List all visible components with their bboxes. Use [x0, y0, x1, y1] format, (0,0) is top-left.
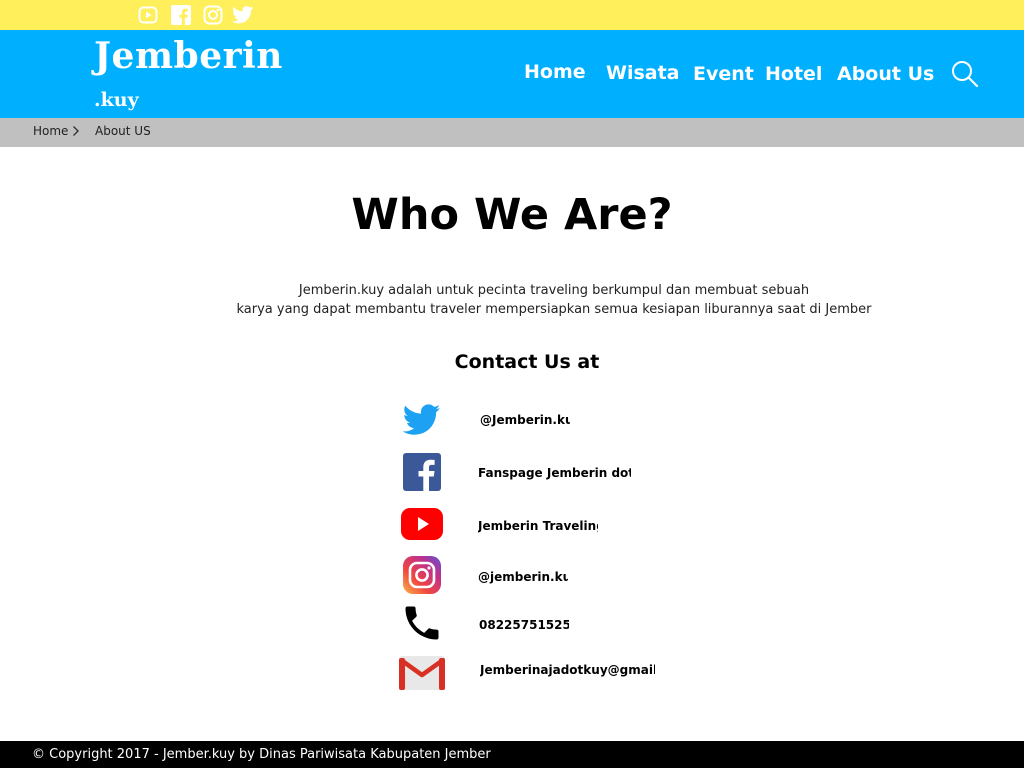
twitter-icon[interactable]: [231, 4, 255, 26]
about-description-line-2: karya yang dapat membantu traveler mempe…: [236, 302, 872, 317]
facebook-icon[interactable]: [402, 452, 442, 492]
gmail-icon[interactable]: [398, 655, 446, 691]
site-logo-suffix: .kuy: [94, 89, 139, 111]
breadcrumb: Home About US: [0, 118, 1024, 147]
chevron-right-icon: [72, 124, 80, 142]
site-logo[interactable]: Jemberin: [94, 34, 283, 78]
instagram-icon[interactable]: [402, 555, 442, 595]
page-title: Who We Are?: [351, 190, 673, 240]
contact-facebook[interactable]: Fanspage Jemberin dot Kuy: [478, 465, 631, 481]
about-description-line-1: Jemberin.kuy adalah untuk pecinta travel…: [298, 283, 810, 298]
contact-youtube[interactable]: Jemberin Traveling: [478, 518, 598, 534]
contact-instagram[interactable]: @jemberin.kuy: [478, 569, 568, 585]
nav-hotel[interactable]: Hotel: [765, 61, 822, 87]
search-icon[interactable]: [951, 60, 979, 88]
about-description: Jemberin.kuy adalah untuk pecinta travel…: [0, 281, 1024, 319]
twitter-icon[interactable]: [402, 403, 442, 437]
youtube-icon[interactable]: [400, 507, 444, 541]
breadcrumb-current: About US: [95, 124, 151, 138]
contact-phone[interactable]: 082257515250: [479, 617, 569, 633]
main-header: Jemberin .kuy Home Wisata Event Hotel Ab…: [0, 30, 1024, 118]
facebook-icon[interactable]: [170, 4, 192, 26]
copyright-text: © Copyright 2017 - Jember.kuy by Dinas P…: [32, 747, 491, 762]
contact-heading: Contact Us at: [454, 351, 600, 373]
contact-email[interactable]: Jemberinajadotkuy@gmail.com: [480, 662, 655, 678]
top-social-bar: [0, 0, 1024, 30]
breadcrumb-home[interactable]: Home: [33, 124, 68, 139]
contact-twitter[interactable]: @Jemberin.kuy: [480, 412, 570, 428]
footer: © Copyright 2017 - Jember.kuy by Dinas P…: [0, 741, 1024, 768]
instagram-icon[interactable]: [202, 4, 224, 26]
nav-wisata[interactable]: Wisata: [606, 60, 680, 86]
nav-about-us[interactable]: About Us: [837, 61, 934, 87]
nav-event[interactable]: Event: [693, 61, 754, 87]
nav-home[interactable]: Home: [524, 59, 586, 85]
phone-icon[interactable]: [400, 601, 444, 645]
youtube-icon[interactable]: [137, 4, 159, 26]
